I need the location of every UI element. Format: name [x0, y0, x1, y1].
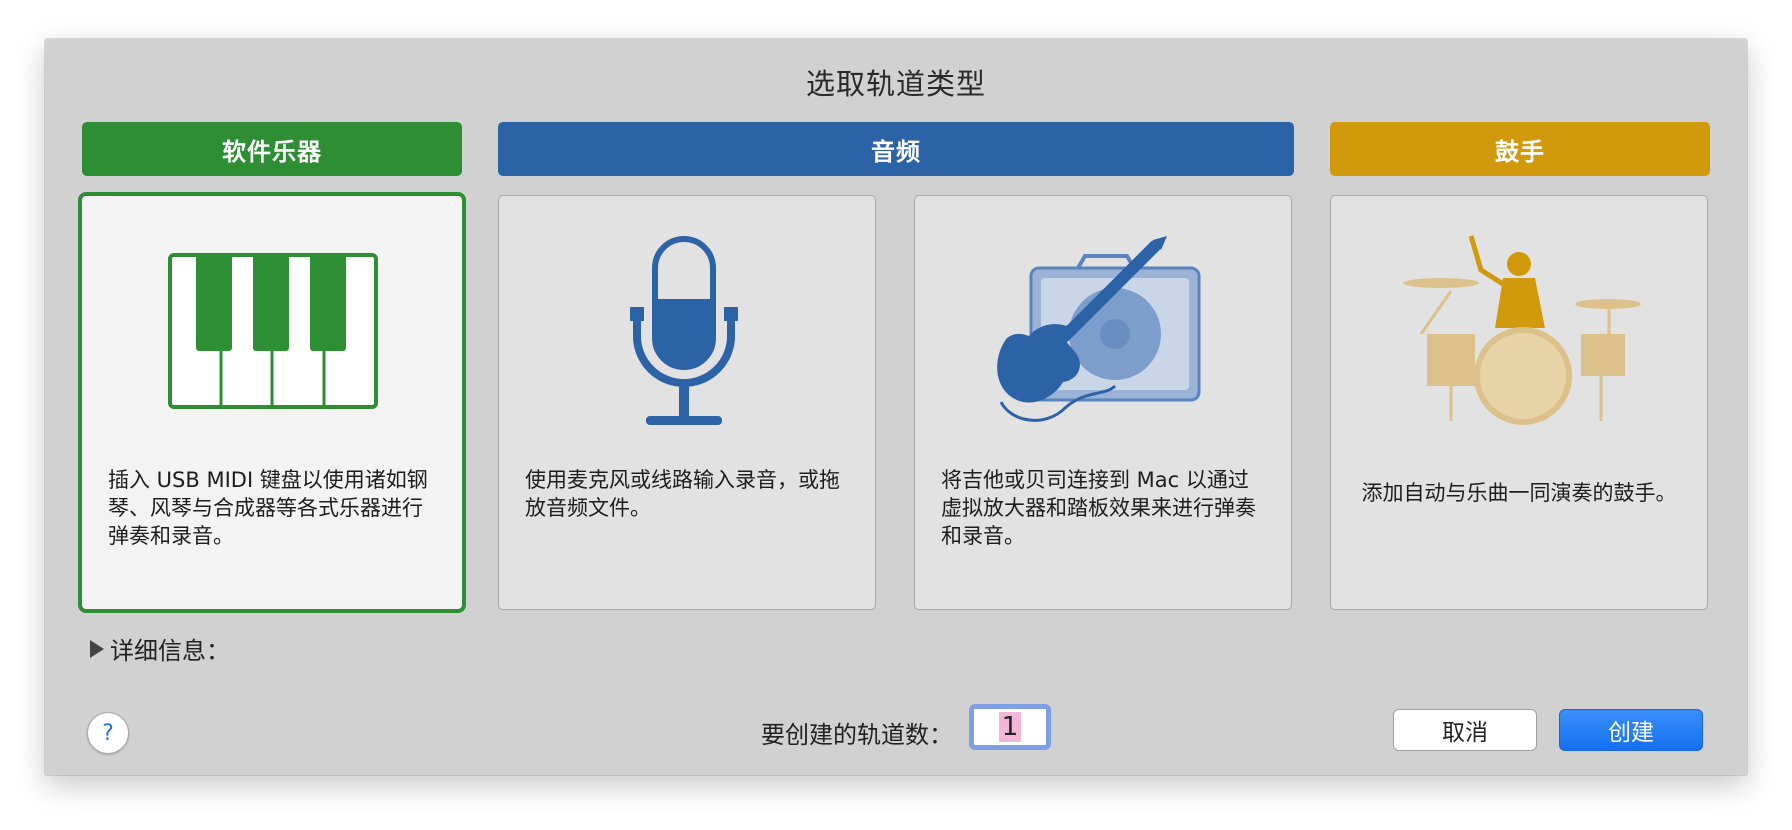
- details-label: 详细信息：: [110, 637, 230, 665]
- category-software-instrument: 软件乐器: [82, 122, 462, 176]
- dialog-title: 选取轨道类型: [805, 67, 986, 101]
- card-description: 插入 USB MIDI 键盘以使用诸如钢琴、风琴与合成器等各式乐器进行弹奏和录音…: [108, 468, 428, 548]
- category-drummer: 鼓手: [1330, 122, 1710, 176]
- card-description: 将吉他或贝司连接到 Mac 以通过虚拟放大器和踏板效果来进行弹奏和录音。: [941, 468, 1256, 548]
- card-software-instrument[interactable]: 插入 USB MIDI 键盘以使用诸如钢琴、风琴与合成器等各式乐器进行弹奏和录音…: [78, 192, 466, 613]
- track-type-dialog: 选取轨道类型 软件乐器 音频 鼓手 插入 USB MIDI 键盘以使用诸如钢琴、…: [45, 39, 1747, 775]
- track-count-value: 1: [998, 712, 1022, 742]
- piano-keyboard-icon: [82, 196, 462, 441]
- create-button[interactable]: 创建: [1559, 709, 1703, 751]
- help-button[interactable]: ?: [87, 712, 129, 754]
- category-audio: 音频: [498, 122, 1294, 176]
- cancel-button[interactable]: 取消: [1393, 709, 1537, 751]
- track-count-label: 要创建的轨道数：: [761, 721, 953, 749]
- details-disclosure[interactable]: 详细信息：: [90, 631, 230, 666]
- card-microphone[interactable]: 使用麦克风或线路输入录音，或拖放音频文件。: [498, 195, 876, 610]
- card-description: 添加自动与乐曲一同演奏的鼓手。: [1361, 481, 1677, 505]
- card-drummer[interactable]: 添加自动与乐曲一同演奏的鼓手。: [1330, 195, 1708, 610]
- help-icon: ?: [102, 720, 114, 746]
- drummer-icon: [1331, 196, 1707, 441]
- card-description: 使用麦克风或线路输入录音，或拖放音频文件。: [525, 468, 840, 520]
- guitar-amp-icon: [915, 196, 1291, 441]
- microphone-icon: [499, 196, 875, 441]
- disclosure-triangle-icon: [90, 639, 104, 658]
- track-count-input[interactable]: 1: [969, 704, 1051, 750]
- card-guitar[interactable]: 将吉他或贝司连接到 Mac 以通过虚拟放大器和踏板效果来进行弹奏和录音。: [914, 195, 1292, 610]
